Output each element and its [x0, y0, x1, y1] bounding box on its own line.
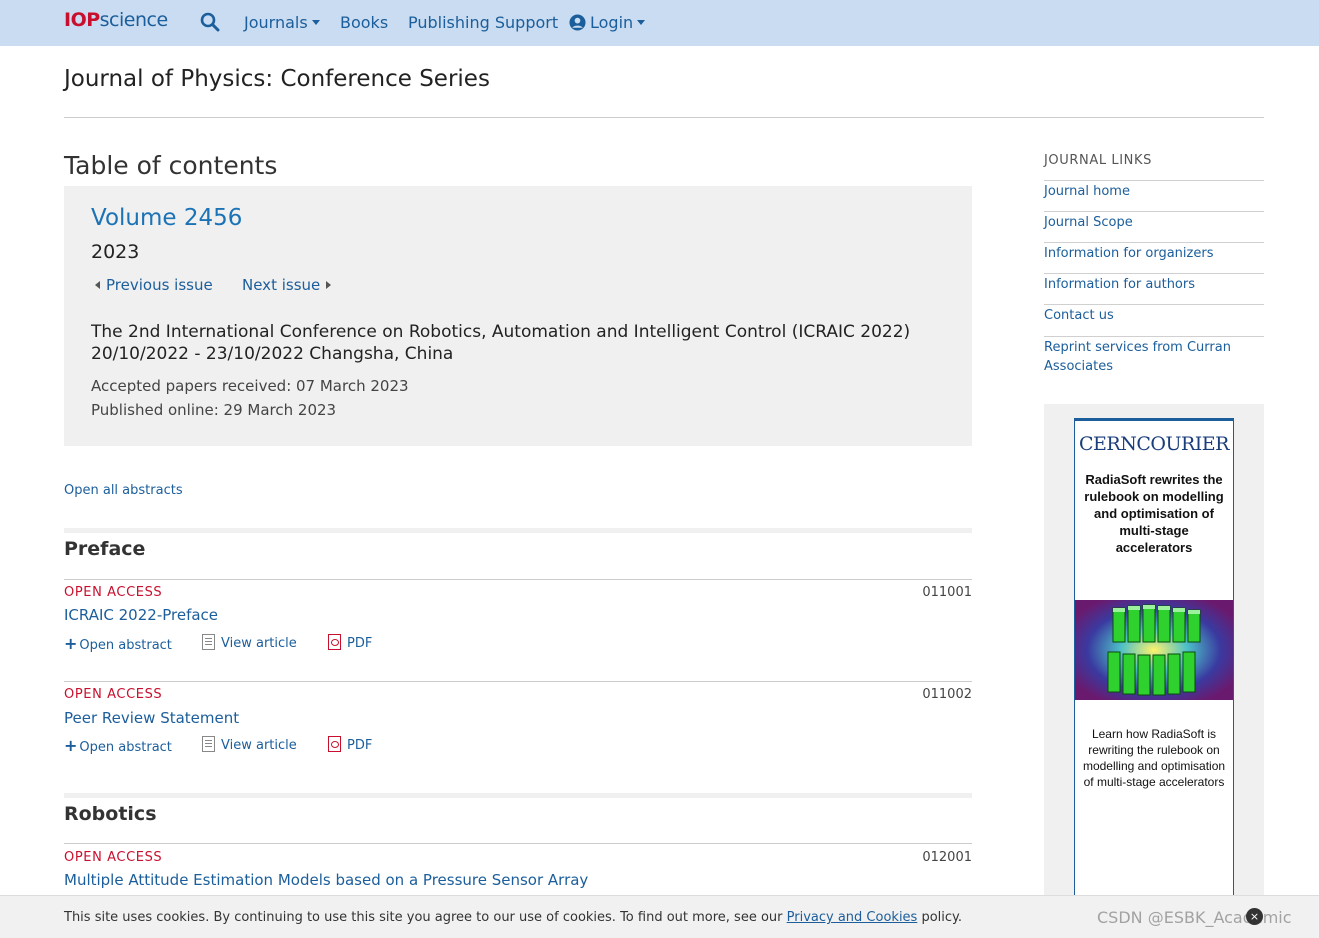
cern-courier-ad[interactable]: CERNCOURIER RadiaSoft rewrites the ruleb…: [1074, 418, 1234, 907]
open-all-abstracts-link[interactable]: Open all abstracts: [64, 483, 183, 498]
published-date: Published online: 29 March 2023: [91, 401, 337, 419]
open-access-label: OPEN ACCESS: [64, 585, 163, 600]
info-organizers-link[interactable]: Information for organizers: [1044, 244, 1259, 263]
divider: [1044, 180, 1264, 181]
article-number: 011001: [922, 585, 972, 600]
accepted-date: Accepted papers received: 07 March 2023: [91, 377, 409, 395]
section-bar: [64, 793, 972, 798]
nav-publishing-support[interactable]: Publishing Support: [408, 13, 558, 32]
volume-year: 2023: [91, 241, 140, 263]
iopscience-logo[interactable]: IOPscience: [64, 9, 168, 31]
divider: [64, 117, 1264, 118]
ad-body-text: Learn how RadiaSoft is rewriting the rul…: [1082, 727, 1226, 789]
volume-title: Volume 2456: [91, 205, 243, 231]
nav-books[interactable]: Books: [340, 13, 388, 32]
divider: [64, 843, 972, 844]
view-article-link[interactable]: View article: [202, 634, 297, 651]
divider: [1044, 336, 1264, 337]
info-authors-link[interactable]: Information for authors: [1044, 275, 1259, 294]
journal-links-heading: JOURNAL LINKS: [1044, 153, 1152, 168]
volume-panel: Volume 2456 2023 Previous issue Next iss…: [64, 186, 972, 446]
conference-title: The 2nd International Conference on Robo…: [91, 322, 911, 364]
pdf-icon: [328, 634, 341, 650]
pdf-link[interactable]: PDF: [328, 634, 372, 651]
accelerator-image: [1075, 600, 1233, 700]
document-icon: [202, 634, 215, 650]
plus-icon: +: [64, 634, 78, 653]
pdf-icon: [328, 736, 341, 752]
reprint-services-link[interactable]: Reprint services from Curran Associates: [1044, 338, 1259, 376]
divider: [64, 681, 972, 682]
open-abstract-button[interactable]: + Open abstract: [64, 736, 172, 755]
cookie-text: This site uses cookies. By continuing to…: [64, 910, 963, 925]
open-abstract-button[interactable]: + Open abstract: [64, 634, 172, 653]
caret-down-icon: [311, 20, 320, 25]
close-icon[interactable]: ×: [1246, 908, 1263, 925]
top-nav: IOPscience Journals Books Publishing Sup…: [0, 0, 1319, 46]
caret-down-icon: [637, 20, 646, 25]
section-title-robotics: Robotics: [64, 803, 157, 825]
pdf-link[interactable]: PDF: [328, 736, 372, 753]
search-icon[interactable]: [200, 12, 220, 32]
plus-icon: +: [64, 736, 78, 755]
divider: [1044, 242, 1264, 243]
privacy-cookies-link[interactable]: Privacy and Cookies: [787, 910, 918, 925]
document-icon: [202, 736, 215, 752]
open-access-label: OPEN ACCESS: [64, 850, 163, 865]
article-number: 012001: [922, 850, 972, 865]
user-icon: [569, 14, 586, 31]
article-title-link[interactable]: Peer Review Statement: [64, 709, 239, 727]
journal-scope-link[interactable]: Journal Scope: [1044, 213, 1259, 232]
journal-title[interactable]: Journal of Physics: Conference Series: [64, 66, 490, 92]
open-access-label: OPEN ACCESS: [64, 687, 163, 702]
article-number: 011002: [922, 687, 972, 702]
journal-home-link[interactable]: Journal home: [1044, 182, 1259, 201]
divider: [64, 579, 972, 580]
cookie-banner: This site uses cookies. By continuing to…: [0, 895, 1319, 938]
page-title: Table of contents: [64, 151, 278, 180]
divider: [1044, 273, 1264, 274]
article-title-link[interactable]: Multiple Attitude Estimation Models base…: [64, 871, 588, 889]
section-title-preface: Preface: [64, 538, 146, 560]
divider: [1044, 211, 1264, 212]
ad-brand-logo: CERNCOURIER: [1079, 433, 1229, 455]
contact-us-link[interactable]: Contact us: [1044, 306, 1259, 325]
chevron-left-icon: [95, 281, 100, 289]
chevron-right-icon: [326, 281, 332, 289]
section-bar: [64, 528, 972, 533]
next-issue-link[interactable]: Next issue: [242, 276, 332, 294]
article-title-link[interactable]: ICRAIC 2022-Preface: [64, 606, 218, 624]
ad-container: CERNCOURIER RadiaSoft rewrites the ruleb…: [1044, 404, 1264, 907]
previous-issue-link[interactable]: Previous issue: [95, 276, 213, 294]
nav-login[interactable]: Login: [569, 13, 646, 32]
divider: [1044, 304, 1264, 305]
view-article-link[interactable]: View article: [202, 736, 297, 753]
ad-headline: RadiaSoft rewrites the rulebook on model…: [1084, 472, 1224, 555]
nav-journals[interactable]: Journals: [244, 13, 320, 32]
